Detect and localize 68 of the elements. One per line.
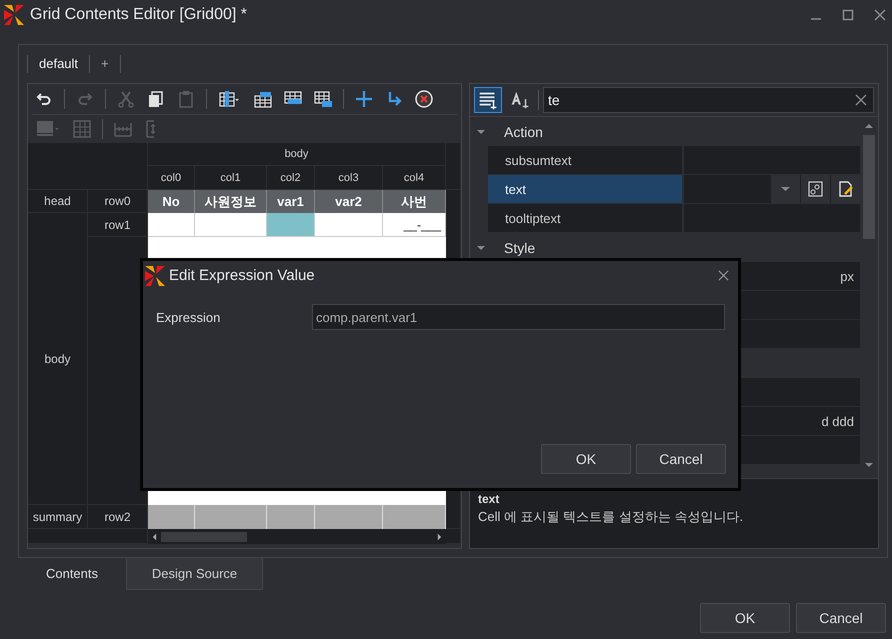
delete-icon[interactable] — [414, 90, 434, 108]
scroll-down-icon[interactable] — [864, 462, 874, 468]
property-value[interactable] — [684, 175, 860, 203]
cancel-button[interactable]: Cancel — [796, 603, 886, 633]
scroll-thumb[interactable] — [863, 135, 875, 239]
append-row-icon[interactable] — [313, 90, 333, 108]
category-label: Action — [504, 124, 543, 140]
head-cell[interactable]: var1 — [267, 190, 315, 213]
app-logo-icon — [145, 266, 165, 286]
clear-icon[interactable] — [855, 94, 867, 106]
category-label: Style — [504, 240, 536, 256]
description-title: text — [478, 492, 500, 506]
categorized-icon[interactable] — [474, 87, 502, 113]
column-header[interactable]: col4 — [383, 166, 446, 190]
scroll-right-icon[interactable] — [437, 532, 442, 540]
head-cell[interactable]: 사번 — [383, 190, 446, 213]
head-cell[interactable]: 사원정보 — [195, 190, 267, 213]
head-cell[interactable]: var2 — [315, 190, 383, 213]
band-label: head — [28, 190, 88, 213]
link-icon[interactable] — [801, 175, 830, 203]
band-label: body — [28, 213, 88, 505]
body-cell[interactable] — [267, 213, 315, 237]
search-field[interactable]: te — [543, 87, 874, 113]
bottom-tab[interactable]: Design Source — [126, 558, 263, 590]
scroll-up-icon[interactable] — [864, 123, 874, 129]
summary-cell[interactable] — [315, 505, 383, 529]
body-cell[interactable] — [195, 213, 267, 237]
column-header[interactable]: col3 — [315, 166, 383, 190]
property-name[interactable]: text — [488, 175, 684, 203]
row-label: row2 — [88, 505, 148, 529]
ok-button[interactable]: OK — [700, 603, 790, 633]
column-header[interactable]: col2 — [267, 166, 315, 190]
document-tab[interactable]: default — [27, 55, 90, 73]
scroll-left-icon[interactable] — [152, 532, 157, 540]
document-tab[interactable]: + — [89, 55, 121, 73]
body-cell[interactable]: __-___ — [383, 213, 446, 237]
body-cell[interactable] — [315, 213, 383, 237]
insert-row-icon[interactable] — [253, 90, 273, 108]
dialog-title: Edit Expression Value — [169, 267, 315, 284]
description-text: Cell 에 표시될 텍스트를 설정하는 속성입니다. — [478, 508, 744, 526]
copy-icon[interactable] — [146, 90, 166, 108]
band-header: body — [148, 143, 446, 166]
edit-icon[interactable] — [831, 175, 860, 203]
property-name[interactable]: tooltiptext — [488, 204, 684, 232]
window-title: Grid Contents Editor [Grid00] * — [30, 6, 247, 24]
property-name[interactable]: subsumtext — [488, 146, 684, 174]
app-logo-icon — [4, 5, 24, 25]
ok-button[interactable]: OK — [541, 444, 631, 474]
summary-cell[interactable] — [267, 505, 315, 529]
close-icon[interactable] — [718, 270, 729, 281]
summary-cell[interactable] — [148, 505, 195, 529]
body-cell[interactable] — [148, 213, 195, 237]
maximize-icon[interactable] — [842, 9, 854, 21]
band-label: summary — [28, 505, 88, 529]
summary-cell[interactable] — [383, 505, 446, 529]
row-label: row1 — [88, 213, 148, 237]
summary-cell[interactable] — [195, 505, 267, 529]
close-icon[interactable] — [874, 9, 886, 21]
plus-icon[interactable] — [354, 90, 374, 108]
head-cell[interactable]: No — [148, 190, 195, 213]
scroll-thumb[interactable] — [161, 532, 247, 542]
horizontal-scrollbar[interactable] — [148, 529, 446, 544]
cancel-button[interactable]: Cancel — [636, 444, 726, 474]
column-header[interactable]: col0 — [148, 166, 195, 190]
expression-field[interactable]: comp.parent.var1 — [312, 304, 725, 330]
row-label: row0 — [88, 190, 148, 213]
column-header[interactable]: col1 — [195, 166, 267, 190]
field-label: Expression — [156, 310, 222, 324]
